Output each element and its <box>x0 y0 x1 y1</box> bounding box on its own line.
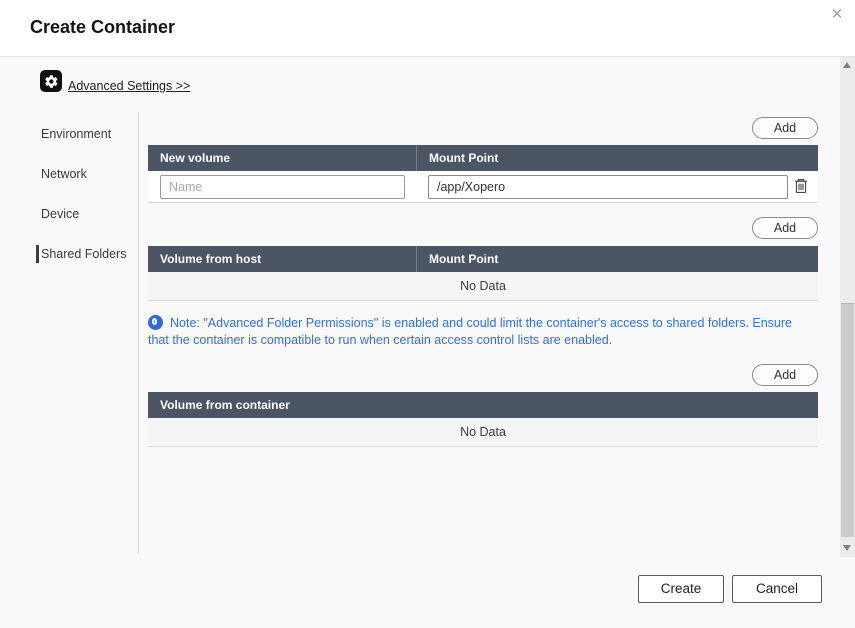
scroll-up-icon[interactable] <box>840 58 855 72</box>
add-volume-from-host-button[interactable]: Add <box>752 217 818 239</box>
column-header-volume-from-host: Volume from host <box>160 252 262 266</box>
sidebar-item-device[interactable]: Device <box>41 207 79 221</box>
close-icon[interactable]: × <box>826 4 848 26</box>
mount-point-input[interactable] <box>428 175 788 199</box>
column-header-volume-from-container: Volume from container <box>160 398 290 412</box>
column-header-mount-point: Mount Point <box>416 145 818 171</box>
permissions-note: Note: "Advanced Folder Permissions" is e… <box>148 315 814 349</box>
add-new-volume-button[interactable]: Add <box>752 117 818 139</box>
delete-row-icon[interactable] <box>792 177 810 196</box>
advanced-settings-link[interactable]: Advanced Settings >> <box>68 79 190 93</box>
volume-from-host-empty-row: No Data <box>148 272 818 301</box>
volume-from-container-table-header: Volume from container <box>148 392 818 418</box>
volume-from-host-table-header: Volume from host Mount Point <box>148 246 818 272</box>
dialog-titlebar: Create Container × <box>0 0 855 57</box>
scrollbar-thumb[interactable] <box>841 303 854 537</box>
info-icon <box>148 315 163 330</box>
sidebar-item-network[interactable]: Network <box>41 167 87 181</box>
note-text: Note: "Advanced Folder Permissions" is e… <box>148 316 792 347</box>
gear-icon[interactable] <box>40 70 62 92</box>
sidebar-item-environment[interactable]: Environment <box>41 127 111 141</box>
column-header-new-volume: New volume <box>160 151 231 165</box>
scroll-down-icon[interactable] <box>840 541 855 555</box>
new-volume-table-row <box>148 171 818 203</box>
dialog-title: Create Container <box>30 17 176 37</box>
create-button[interactable]: Create <box>638 575 724 603</box>
sidebar-divider <box>138 112 139 553</box>
volume-name-input[interactable] <box>160 175 405 199</box>
active-item-indicator <box>36 245 39 263</box>
volume-from-container-empty-row: No Data <box>148 418 818 447</box>
new-volume-table-header: New volume Mount Point <box>148 145 818 171</box>
cancel-button[interactable]: Cancel <box>732 575 822 603</box>
sidebar-item-shared-folders[interactable]: Shared Folders <box>41 247 126 261</box>
add-volume-from-container-button[interactable]: Add <box>752 364 818 386</box>
column-header-mount-point: Mount Point <box>416 246 818 272</box>
create-container-dialog: Create Container × Advanced Settings >> … <box>0 0 855 628</box>
